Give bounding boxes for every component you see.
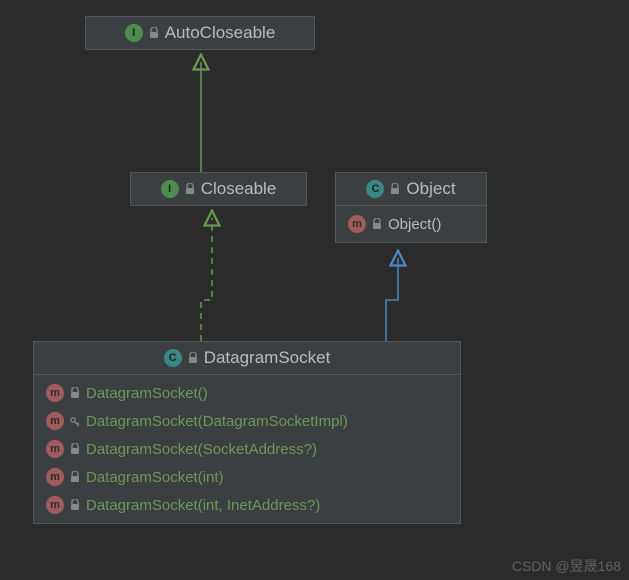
member-label: DatagramSocket(int) [86, 469, 224, 486]
method-icon: m [46, 468, 64, 486]
member-label: DatagramSocket(SocketAddress?) [86, 441, 317, 458]
node-header: I Closeable [131, 173, 306, 205]
node-datagramsocket[interactable]: C DatagramSocket m DatagramSocket() m Da… [33, 341, 461, 524]
class-icon: C [164, 349, 182, 367]
member-row: m Object() [336, 210, 486, 238]
member-label: DatagramSocket() [86, 385, 208, 402]
lock-icon [70, 443, 80, 455]
member-label: DatagramSocket(DatagramSocketImpl) [86, 413, 348, 430]
class-icon: C [366, 180, 384, 198]
member-label: Object() [388, 216, 441, 233]
node-header: C Object [336, 173, 486, 206]
node-title: DatagramSocket [204, 348, 331, 368]
lock-icon [149, 27, 159, 39]
node-header: I AutoCloseable [86, 17, 314, 49]
lock-icon [188, 352, 198, 364]
member-row: m DatagramSocket() [34, 379, 460, 407]
lock-icon [70, 387, 80, 399]
lock-icon [390, 183, 400, 195]
node-autocloseable[interactable]: I AutoCloseable [85, 16, 315, 50]
node-header: C DatagramSocket [34, 342, 460, 375]
node-title: Object [406, 179, 455, 199]
member-label: DatagramSocket(int, InetAddress?) [86, 497, 320, 514]
node-title: AutoCloseable [165, 23, 276, 43]
method-icon: m [46, 440, 64, 458]
interface-icon: I [161, 180, 179, 198]
member-row: m DatagramSocket(int) [34, 463, 460, 491]
key-icon [70, 415, 80, 427]
method-icon: m [46, 412, 64, 430]
lock-icon [70, 499, 80, 511]
watermark: CSDN @昱晟168 [512, 556, 621, 576]
node-object[interactable]: C Object m Object() [335, 172, 487, 243]
method-icon: m [46, 384, 64, 402]
node-members: m Object() [336, 206, 486, 242]
member-row: m DatagramSocket(DatagramSocketImpl) [34, 407, 460, 435]
node-closeable[interactable]: I Closeable [130, 172, 307, 206]
member-row: m DatagramSocket(int, InetAddress?) [34, 491, 460, 519]
node-members: m DatagramSocket() m DatagramSocket(Data… [34, 375, 460, 523]
lock-icon [70, 471, 80, 483]
lock-icon [372, 218, 382, 230]
lock-icon [185, 183, 195, 195]
interface-icon: I [125, 24, 143, 42]
member-row: m DatagramSocket(SocketAddress?) [34, 435, 460, 463]
method-icon: m [348, 215, 366, 233]
node-title: Closeable [201, 179, 277, 199]
method-icon: m [46, 496, 64, 514]
